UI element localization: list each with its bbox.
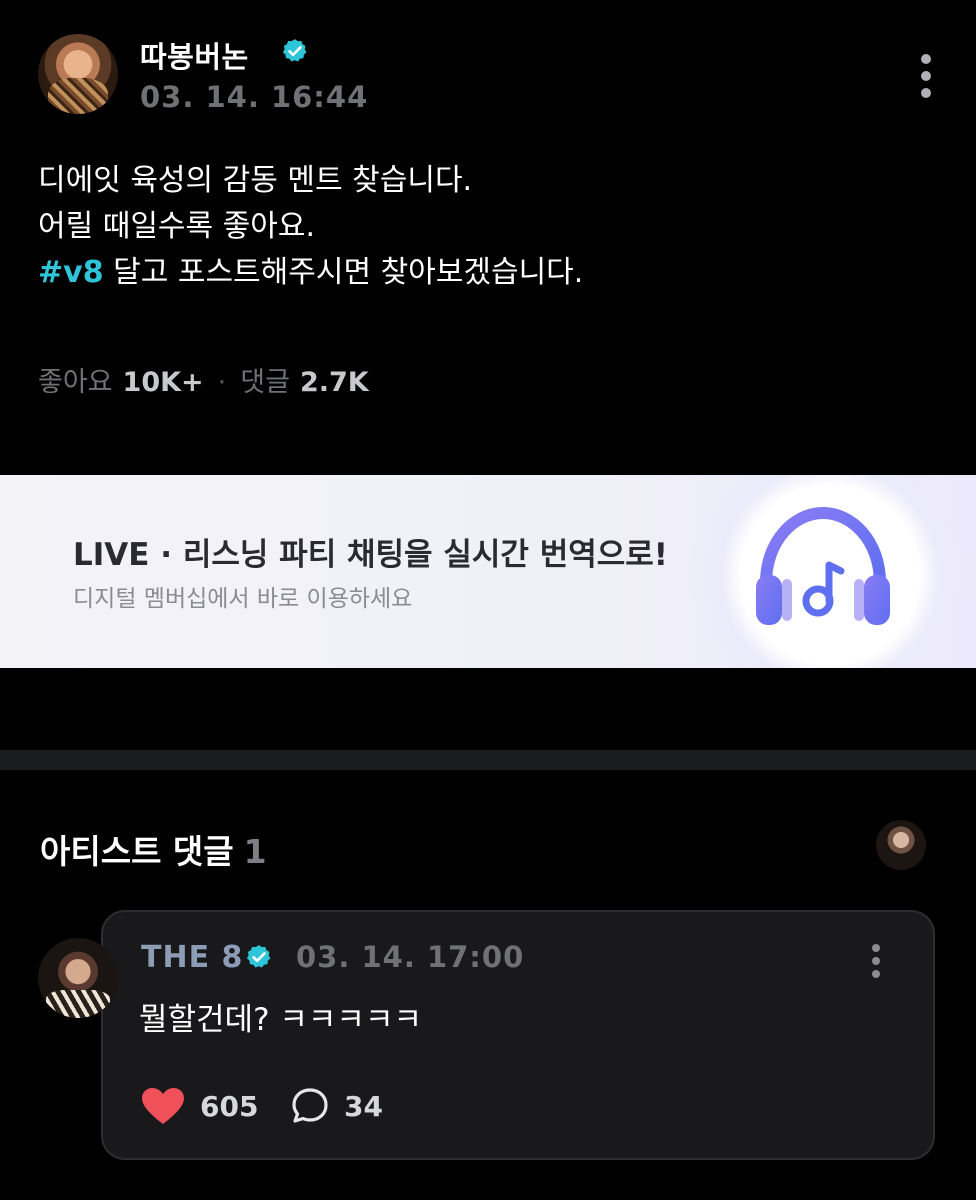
banner-subtitle: 디지털 멤버십에서 바로 이용하세요 <box>73 586 413 612</box>
artist-comments-title: 아티스트 댓글 <box>40 832 234 871</box>
like-count: 605 <box>200 1089 259 1123</box>
post-line-2: 어릴 때일수록 좋아요. <box>38 209 316 244</box>
section-divider <box>0 750 976 770</box>
likes-count[interactable]: 10K+ <box>123 367 204 398</box>
hashtag-link[interactable]: #v8 <box>38 255 104 290</box>
verified-icon <box>282 39 307 62</box>
headphones-music-icon <box>756 506 890 625</box>
verified-icon <box>246 945 271 968</box>
comment-author-name[interactable]: THE 8 <box>141 940 243 975</box>
reply-button[interactable]: 34 <box>290 1086 383 1126</box>
author-name[interactable]: 따봉버논 <box>140 34 249 76</box>
comment-text: 뭘할건데? ㅋㅋㅋㅋㅋ <box>139 1002 422 1038</box>
comment-author-avatar[interactable] <box>38 938 118 1018</box>
likes-label[interactable]: 좋아요 <box>38 367 113 398</box>
heart-icon <box>142 1088 184 1124</box>
post-line-3-text: 달고 포스트해주시면 찾아보겠습니다. <box>103 255 584 290</box>
comment-timestamp: 03. 14. 17:00 <box>296 940 525 974</box>
comments-count[interactable]: 2.7K <box>300 367 369 398</box>
post-header: 따봉버논 03. 14. 16:44 <box>38 32 938 116</box>
like-button[interactable]: 605 <box>140 1086 258 1126</box>
more-options-icon[interactable] <box>914 54 938 104</box>
promo-banner[interactable]: LIVE · 리스닝 파티 채팅을 실시간 번역으로! 디지털 멤버십에서 바로… <box>0 475 976 668</box>
reply-count: 34 <box>344 1089 383 1123</box>
stats-separator: · <box>217 367 227 398</box>
artist-comments-heading: 아티스트 댓글 1 <box>40 825 267 873</box>
post-line-1: 디에잇 육성의 감동 멘트 찾습니다. <box>38 163 473 198</box>
author-avatar[interactable] <box>38 34 118 114</box>
comment-more-options-icon[interactable] <box>866 944 886 980</box>
speech-bubble-icon <box>292 1088 328 1123</box>
comments-label[interactable]: 댓글 <box>240 367 290 398</box>
post-stats: 좋아요 10K+ · 댓글 2.7K <box>38 360 369 399</box>
artist-avatar-small[interactable] <box>876 820 926 870</box>
post-line-3: #v8 달고 포스트해주시면 찾아보겠습니다. <box>38 250 583 296</box>
artist-comments-count: 1 <box>243 832 267 871</box>
post-timestamp: 03. 14. 16:44 <box>140 80 369 114</box>
post-body: 디에잇 육성의 감동 멘트 찾습니다. 어릴 때일수록 좋아요. #v8 달고 … <box>38 158 583 296</box>
banner-title: LIVE · 리스닝 파티 채팅을 실시간 번역으로! <box>73 537 668 573</box>
